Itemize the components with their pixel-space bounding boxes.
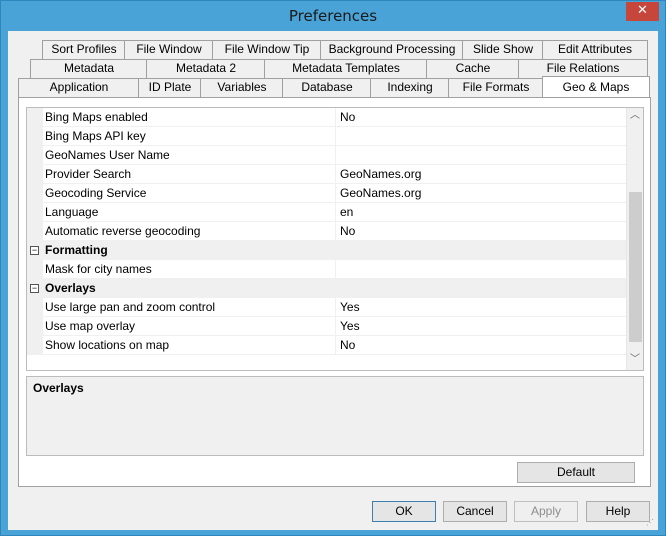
tab-metadata-templates[interactable]: Metadata Templates [264,59,428,78]
tab-cache[interactable]: Cache [426,59,520,78]
row-gutter [27,146,43,165]
property-name: Bing Maps enabled [45,110,148,124]
property-value[interactable]: No [335,336,627,355]
property-name: Mask for city names [45,262,152,276]
scroll-thumb[interactable] [629,192,642,342]
property-value[interactable]: No [335,108,627,127]
row-gutter [27,336,43,355]
description-title: Overlays [33,381,84,395]
tab-metadata[interactable]: Metadata [30,59,148,78]
property-value[interactable] [335,260,627,279]
property-value[interactable] [335,146,627,165]
property-row[interactable]: Use large pan and zoom control Yes [27,298,627,317]
category-label: Formatting [45,243,108,257]
property-row[interactable]: Bing Maps API key [27,127,627,146]
tab-slide-show[interactable]: Slide Show [462,40,544,59]
property-row[interactable]: GeoNames User Name [27,146,627,165]
row-gutter [27,184,43,203]
tab-background-processing[interactable]: Background Processing [320,40,464,59]
tab-file-formats[interactable]: File Formats [448,78,544,97]
dialog-client: Sort Profiles File Window File Window Ti… [8,31,658,530]
row-gutter [27,165,43,184]
row-gutter [27,317,43,336]
tab-metadata-2[interactable]: Metadata 2 [146,59,266,78]
collapse-icon[interactable]: − [30,284,39,293]
property-row[interactable]: Geocoding Service GeoNames.org [27,184,627,203]
property-name: Provider Search [45,167,132,181]
tab-geo-maps[interactable]: Geo & Maps [542,76,650,97]
property-row[interactable]: Mask for city names [27,260,627,279]
tab-database[interactable]: Database [282,78,372,97]
property-value[interactable]: GeoNames.org [335,165,627,184]
apply-button[interactable]: Apply [514,501,578,522]
row-gutter [27,222,43,241]
category-label: Overlays [45,281,96,295]
property-row[interactable]: Automatic reverse geocoding No [27,222,627,241]
property-value [335,241,627,260]
property-name: Show locations on map [45,338,170,352]
property-name: Geocoding Service [45,186,147,200]
property-name: Use map overlay [45,319,136,333]
tab-panel-geo-maps: Show locations on map No Use map overlay Ye… [18,97,651,487]
help-button[interactable]: Help [586,501,650,522]
window-title: Preferences [288,7,378,25]
property-value[interactable]: Yes [335,298,627,317]
row-gutter [27,127,43,146]
tab-indexing[interactable]: Indexing [370,78,450,97]
property-value[interactable]: No [335,222,627,241]
preferences-window: Preferences ✕ Sort Profiles File Window … [0,0,666,536]
cancel-button[interactable]: Cancel [443,501,507,522]
property-value [335,279,627,298]
collapse-icon[interactable]: − [30,246,39,255]
ok-button[interactable]: OK [372,501,436,522]
tab-variables[interactable]: Variables [200,78,284,97]
tab-file-window-tip[interactable]: File Window Tip [212,40,322,59]
tab-application[interactable]: Application [18,78,140,97]
property-value[interactable]: en [335,203,627,222]
category-row[interactable]: − Formatting [27,241,627,260]
row-gutter [27,260,43,279]
property-value[interactable]: Yes [335,317,627,336]
property-value[interactable] [335,127,627,146]
property-name: GeoNames User Name [45,148,170,162]
property-name: Use large pan and zoom control [45,300,216,314]
default-button[interactable]: Default [517,462,635,483]
tab-sort-profiles[interactable]: Sort Profiles [42,40,126,59]
property-row[interactable]: Language en [27,203,627,222]
property-value[interactable]: GeoNames.org [335,184,627,203]
close-button[interactable]: ✕ [626,2,659,21]
description-box: Overlays [26,376,644,456]
property-row[interactable]: Use map overlay Yes [27,317,627,336]
property-row[interactable]: Show locations on map No [27,336,627,355]
property-row[interactable]: Provider Search GeoNames.org [27,165,627,184]
tab-id-plate[interactable]: ID Plate [138,78,202,97]
scroll-up-icon[interactable]: ︿ [627,108,643,125]
category-row[interactable]: − Overlays [27,279,627,298]
resize-grip-icon[interactable]: ⋰ [646,518,656,528]
property-name: Bing Maps API key [45,129,146,143]
property-grid-scrollbar[interactable]: ︿ ﹀ [626,108,643,370]
property-row[interactable]: Bing Maps enabled No [27,108,627,127]
title-bar[interactable]: Preferences ✕ [1,1,665,31]
tab-edit-attributes[interactable]: Edit Attributes [542,40,648,59]
property-name: Automatic reverse geocoding [45,224,201,238]
scroll-down-icon[interactable]: ﹀ [627,352,643,369]
row-gutter [27,298,43,317]
row-gutter [27,108,43,127]
property-grid: Show locations on map No Use map overlay Ye… [26,107,644,371]
tab-file-window[interactable]: File Window [124,40,214,59]
property-name: Language [45,205,99,219]
row-gutter [27,203,43,222]
